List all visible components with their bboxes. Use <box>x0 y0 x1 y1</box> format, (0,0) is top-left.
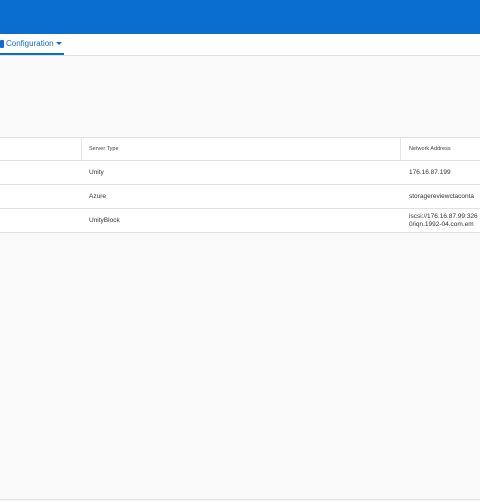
navigation-bar: Configuration <box>0 34 480 56</box>
servers-table: Server Type Network Address Unity 176.16… <box>0 137 480 233</box>
server-type-cell: UnityBlock <box>89 217 120 224</box>
column-divider <box>81 138 82 160</box>
column-divider <box>400 138 401 160</box>
network-address-line: 0/iqn.1992-04.com.em <box>409 221 474 229</box>
table-header-row: Server Type Network Address <box>0 138 480 161</box>
network-address-cell: 176.16.87.199 <box>409 169 451 176</box>
chevron-down-icon <box>55 42 62 45</box>
page: Configuration Server Type Network Addres… <box>0 0 480 502</box>
column-header-network-address[interactable]: Network Address <box>409 146 451 153</box>
network-address-cell: storagereviewctaconta <box>409 193 475 200</box>
table-row[interactable]: Azure storagereviewctaconta <box>0 185 480 209</box>
column-header-server-type[interactable]: Server Type <box>89 146 119 153</box>
top-header-bar <box>0 0 480 34</box>
server-type-cell: Unity <box>89 169 104 176</box>
server-type-cell: Azure <box>89 193 106 200</box>
network-address-line: iscsi://176.16.87.99:326 <box>409 213 478 220</box>
configuration-label: Configuration <box>6 39 54 48</box>
table-row[interactable]: Unity 176.16.87.199 <box>0 161 480 185</box>
network-address-cell: iscsi://176.16.87.99:326 0/iqn.1992-04.co… <box>409 213 478 229</box>
footer-divider <box>0 499 480 500</box>
settings-icon <box>0 39 4 48</box>
configuration-menu-tab[interactable]: Configuration <box>0 34 64 55</box>
table-row[interactable]: UnityBlock iscsi://176.16.87.99:326 0/iqn… <box>0 209 480 233</box>
